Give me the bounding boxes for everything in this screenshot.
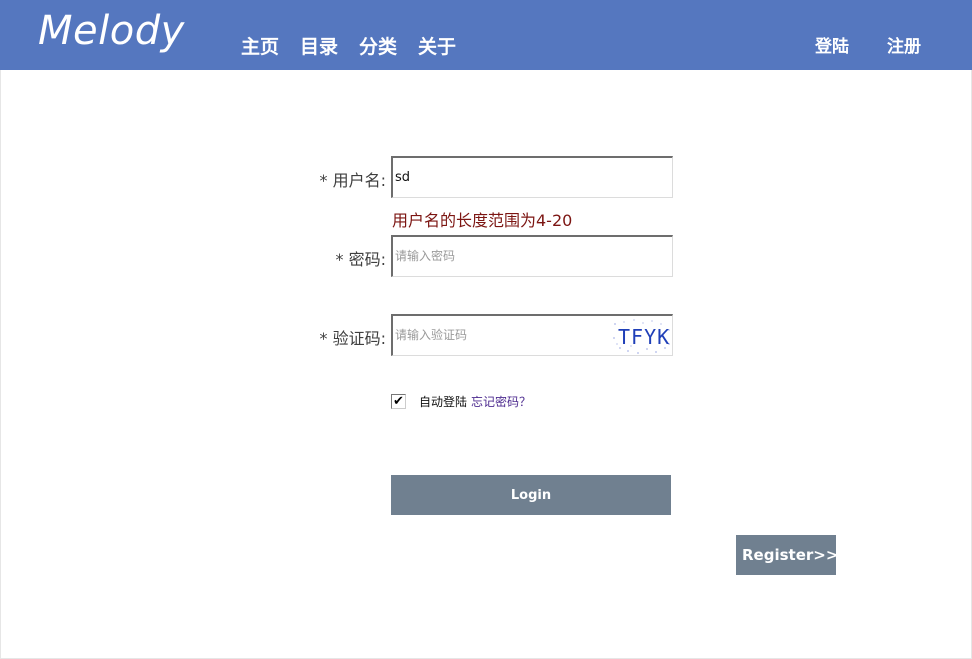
remember-row: ✔ 自动登陆 忘记密码？: [391, 393, 531, 410]
captcha-noise-graphic: TFYK: [613, 319, 670, 354]
brand-logo[interactable]: Melody: [38, 8, 185, 54]
nav-about-link[interactable]: 关于: [418, 32, 456, 59]
username-label: * 用户名:: [319, 171, 386, 190]
password-input[interactable]: [391, 235, 673, 277]
top-navbar: Melody 主页 目录 分类 关于 登陆 注册: [0, 0, 972, 70]
auto-login-checkbox[interactable]: ✔: [391, 394, 406, 409]
captcha-code-text: TFYK: [618, 325, 670, 349]
account-nav: 登陆 注册: [815, 32, 921, 57]
nav-login-link[interactable]: 登陆: [815, 32, 849, 57]
auto-login-label[interactable]: 自动登陆: [419, 393, 467, 410]
nav-category-link[interactable]: 分类: [359, 32, 397, 59]
register-button[interactable]: Register>>: [736, 535, 838, 575]
nav-home-link[interactable]: 主页: [241, 32, 279, 59]
nav-register-link[interactable]: 注册: [887, 32, 921, 57]
captcha-image[interactable]: TFYK: [612, 318, 671, 355]
username-error-message: 用户名的长度范围为4-20: [392, 211, 573, 230]
captcha-label: * 验证码:: [319, 329, 386, 348]
nav-catalog-link[interactable]: 目录: [300, 32, 338, 59]
login-button[interactable]: Login: [391, 475, 671, 515]
main-nav: 主页 目录 分类 关于: [241, 32, 456, 59]
username-input[interactable]: [391, 156, 673, 198]
forgot-password-link[interactable]: 忘记密码？: [471, 393, 531, 410]
password-label: * 密码:: [335, 250, 386, 269]
